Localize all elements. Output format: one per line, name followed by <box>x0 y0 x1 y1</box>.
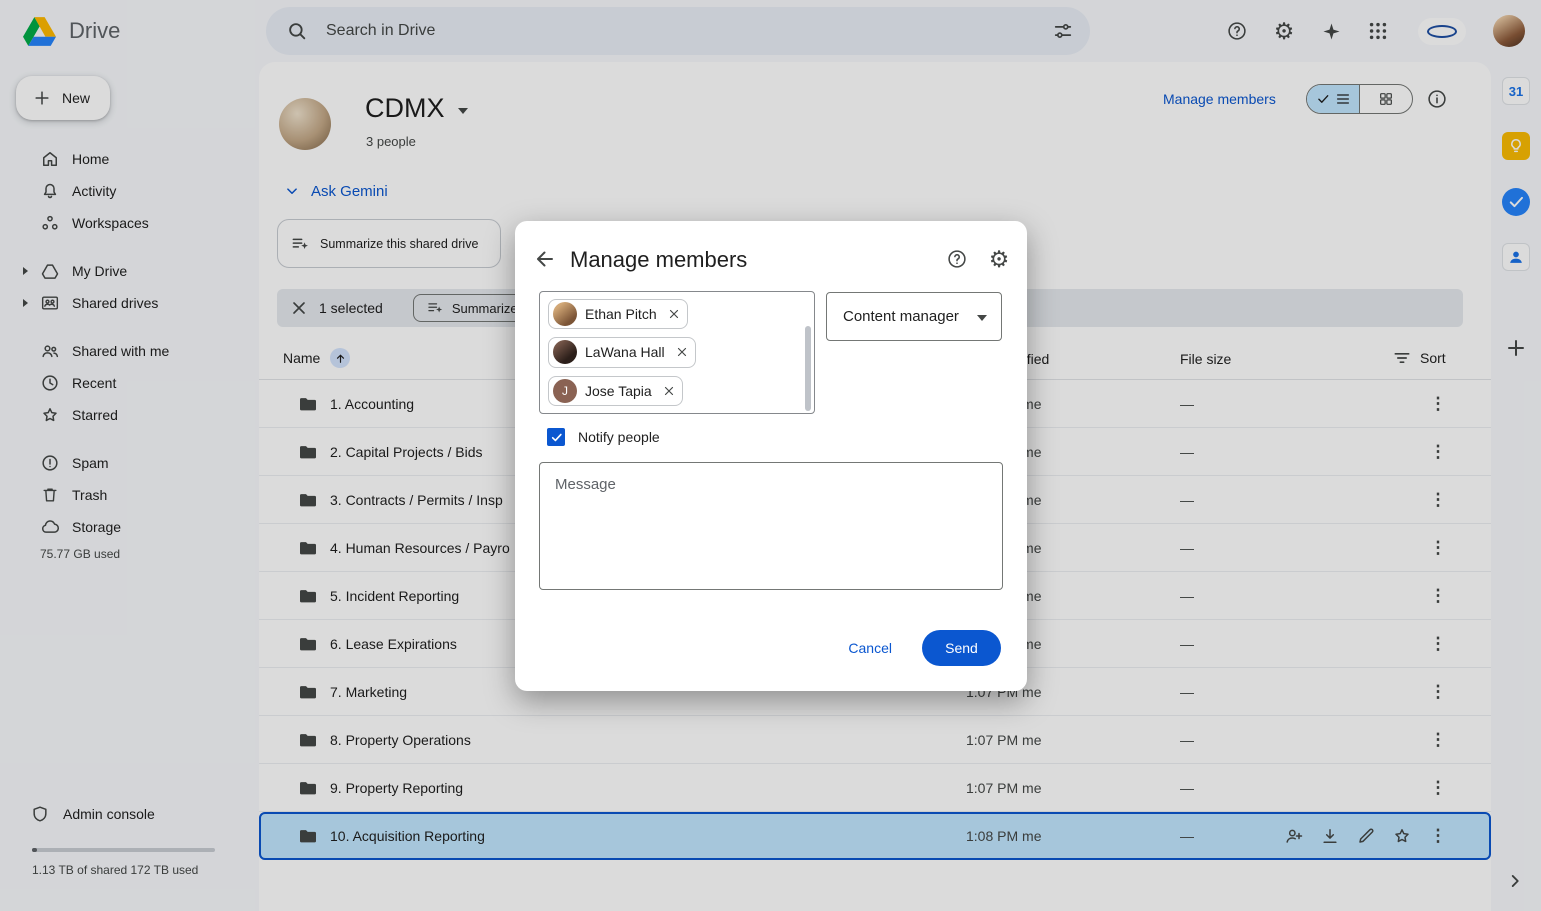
notify-label: Notify people <box>578 429 660 445</box>
send-button[interactable]: Send <box>922 630 1001 666</box>
google-drive-app: Drive ⚙ 31 <box>0 0 1541 911</box>
member-avatar: J <box>553 379 577 403</box>
cancel-button[interactable]: Cancel <box>848 640 892 656</box>
manage-members-dialog: Manage members ⚙ Ethan Pitch LaWana Hall… <box>515 221 1027 691</box>
notify-checkbox[interactable] <box>547 428 565 446</box>
notify-people-row: Notify people <box>547 428 660 446</box>
recipients-scrollbar[interactable] <box>805 326 811 411</box>
role-dropdown[interactable]: Content manager <box>826 292 1002 341</box>
dialog-title: Manage members <box>570 247 747 273</box>
back-arrow-icon[interactable] <box>533 247 557 271</box>
member-chip[interactable]: Ethan Pitch <box>548 299 688 329</box>
remove-member-icon[interactable] <box>660 382 678 400</box>
dialog-actions: Cancel Send <box>848 630 1001 666</box>
sharing-settings-gear-icon[interactable]: ⚙ <box>986 246 1012 272</box>
member-avatar <box>553 302 577 326</box>
remove-member-icon[interactable] <box>673 343 691 361</box>
dropdown-caret-icon <box>977 315 987 321</box>
help-icon[interactable] <box>944 246 970 272</box>
message-textarea[interactable] <box>539 462 1003 590</box>
recipients-input[interactable]: Ethan Pitch LaWana Hall J Jose Tapia <box>539 291 815 414</box>
dialog-top-icons: ⚙ <box>944 246 1012 272</box>
member-avatar <box>553 340 577 364</box>
member-chip[interactable]: J Jose Tapia <box>548 376 683 406</box>
remove-member-icon[interactable] <box>665 305 683 323</box>
member-chip[interactable]: LaWana Hall <box>548 337 696 367</box>
